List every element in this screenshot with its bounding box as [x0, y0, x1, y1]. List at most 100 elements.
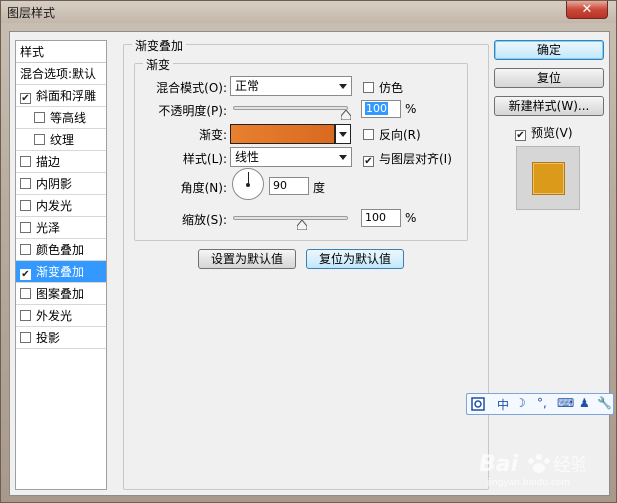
sidebar-item[interactable]: ✔ 斜面和浮雕	[16, 85, 106, 107]
chevron-down-icon	[339, 84, 347, 89]
blend-mode-label: 混合模式(O):	[156, 81, 227, 95]
reverse-checkbox[interactable]: 反向(R)	[363, 126, 421, 143]
chevron-down-icon	[339, 132, 347, 137]
sidebar-item-label: 斜面和浮雕	[36, 89, 97, 103]
ok-button[interactable]: 确定	[494, 40, 604, 60]
dither-check-icon	[363, 82, 374, 93]
sidebar-item-label: 纹理	[50, 133, 75, 147]
checkbox-icon[interactable]	[20, 332, 31, 343]
gradient-inner-group: 渐变 混合模式(O): 正常 仿色 不透明度(P): 100 % 渐变: 反向(…	[134, 56, 468, 241]
opacity-input[interactable]: 100	[361, 100, 401, 118]
dither-label: 仿色	[379, 81, 404, 95]
opacity-unit: %	[405, 102, 417, 116]
dialog-client: 样式 混合选项:默认 ✔ 斜面和浮雕 等高线 纹理 描边 内阴影 内发光 光泽 颜色叠加 ✔ 渐变叠…	[9, 31, 610, 496]
svg-text:经验: 经验	[553, 455, 585, 476]
layer-style-dialog: 图层样式 ✕ 样式 混合选项:默认 ✔ 斜面和浮雕等高线纹理描边内阴影内发光光泽颜…	[0, 0, 617, 503]
gradient-swatch[interactable]	[230, 124, 335, 144]
gradient-inner-title: 渐变	[143, 56, 174, 73]
svg-text:Bai: Bai	[479, 452, 519, 477]
checkbox-icon[interactable]	[20, 200, 31, 211]
opacity-slider[interactable]	[233, 106, 348, 110]
close-icon: ✕	[581, 2, 593, 17]
keyboard-icon[interactable]: ⌨	[557, 396, 574, 410]
sidebar-item[interactable]: 纹理	[16, 129, 106, 151]
sidebar-item-label: 投影	[36, 331, 61, 345]
checkbox-icon[interactable]	[34, 112, 45, 123]
blend-mode-select[interactable]: 正常	[230, 76, 352, 96]
user-icon[interactable]: ♟	[579, 396, 590, 410]
sidebar-item[interactable]: 描边	[16, 151, 106, 173]
angle-center-dot	[246, 183, 250, 187]
checkbox-icon[interactable]	[20, 244, 31, 255]
angle-dial[interactable]	[232, 168, 264, 200]
title-bar[interactable]: 图层样式 ✕	[1, 1, 616, 23]
blend-options-item[interactable]: 混合选项:默认	[16, 63, 106, 85]
baidu-watermark-logo: Bai 经验 jingyan.baidu.com	[479, 452, 585, 488]
sidebar-item[interactable]: 光泽	[16, 217, 106, 239]
close-button[interactable]: ✕	[566, 1, 608, 19]
style-label: 样式(L):	[182, 152, 227, 166]
scale-slider-thumb[interactable]	[297, 220, 307, 230]
dither-checkbox[interactable]: 仿色	[363, 79, 403, 96]
sidebar-item-label: 外发光	[36, 309, 73, 323]
wrench-icon[interactable]: 🔧	[597, 396, 612, 410]
opacity-slider-thumb[interactable]	[341, 110, 351, 120]
gradient-label: 渐变:	[198, 128, 227, 142]
ime-toolbar[interactable]: 中 ☽ °, ⌨ ♟ 🔧	[466, 393, 614, 415]
set-as-default-button[interactable]: 设置为默认值	[198, 249, 296, 269]
styles-list: 样式 混合选项:默认 ✔ 斜面和浮雕等高线纹理描边内阴影内发光光泽颜色叠加 ✔ 渐变叠…	[15, 40, 107, 490]
scale-value: 100	[365, 211, 386, 224]
sidebar-item[interactable]: 等高线	[16, 107, 106, 129]
preview-checkbox[interactable]: ✔ 预览(V)	[515, 124, 573, 141]
opacity-label: 不透明度(P):	[158, 104, 227, 118]
opacity-value: 100	[365, 102, 388, 115]
angle-input[interactable]: 90	[269, 177, 309, 195]
checkbox-icon[interactable]	[20, 222, 31, 233]
reset-button[interactable]: 复位	[494, 68, 604, 88]
blend-mode-value: 正常	[235, 79, 260, 93]
align-with-layer-checkbox[interactable]: ✔ 与图层对齐(I)	[363, 150, 452, 167]
reset-to-default-button[interactable]: 复位为默认值	[306, 249, 404, 269]
checkbox-checked-icon[interactable]: ✔	[20, 269, 31, 280]
sidebar-item-label: 内阴影	[36, 177, 73, 191]
scale-input[interactable]: 100	[361, 209, 401, 227]
checkbox-checked-icon[interactable]: ✔	[20, 93, 31, 104]
gradient-overlay-title: 渐变叠加	[132, 37, 187, 54]
new-style-button[interactable]: 新建样式(W)...	[494, 96, 604, 116]
styles-header[interactable]: 样式	[16, 41, 106, 63]
punctuation-icon[interactable]: °,	[537, 396, 547, 410]
sidebar-item-label: 内发光	[36, 199, 73, 213]
moon-icon[interactable]: ☽	[515, 396, 526, 410]
sidebar-item[interactable]: 内发光	[16, 195, 106, 217]
preview-check-icon: ✔	[515, 130, 526, 141]
sidebar-item[interactable]: 内阴影	[16, 173, 106, 195]
sidebar-item-label: 描边	[36, 155, 61, 169]
sidebar-item-label: 颜色叠加	[36, 243, 85, 257]
style-select[interactable]: 线性	[230, 147, 352, 167]
sidebar-item[interactable]: 投影	[16, 327, 106, 349]
reverse-label: 反向(R)	[379, 128, 421, 142]
sidebar-item-label: 等高线	[50, 111, 87, 125]
preview-swatch	[532, 162, 565, 195]
scale-unit: %	[405, 211, 417, 225]
sidebar-item[interactable]: ✔ 渐变叠加	[16, 261, 106, 283]
sidebar-item-label: 图案叠加	[36, 287, 85, 301]
align-check-icon: ✔	[363, 156, 374, 167]
gradient-picker-dropdown[interactable]	[335, 124, 351, 144]
ime-chinese-mode[interactable]: 中	[497, 396, 509, 413]
sidebar-item[interactable]: 外发光	[16, 305, 106, 327]
checkbox-icon[interactable]	[20, 288, 31, 299]
reverse-check-icon	[363, 129, 374, 140]
scale-slider[interactable]	[233, 216, 348, 220]
checkbox-icon[interactable]	[34, 134, 45, 145]
sidebar-item[interactable]: 图案叠加	[16, 283, 106, 305]
checkbox-icon[interactable]	[20, 310, 31, 321]
style-value: 线性	[235, 150, 260, 164]
svg-text:jingyan.baidu.com: jingyan.baidu.com	[486, 478, 570, 488]
ime-logo-icon[interactable]	[471, 397, 485, 411]
preview-label: 预览(V)	[531, 126, 573, 140]
sidebar-item[interactable]: 颜色叠加	[16, 239, 106, 261]
checkbox-icon[interactable]	[20, 156, 31, 167]
checkbox-icon[interactable]	[20, 178, 31, 189]
angle-unit: 度	[313, 181, 326, 195]
